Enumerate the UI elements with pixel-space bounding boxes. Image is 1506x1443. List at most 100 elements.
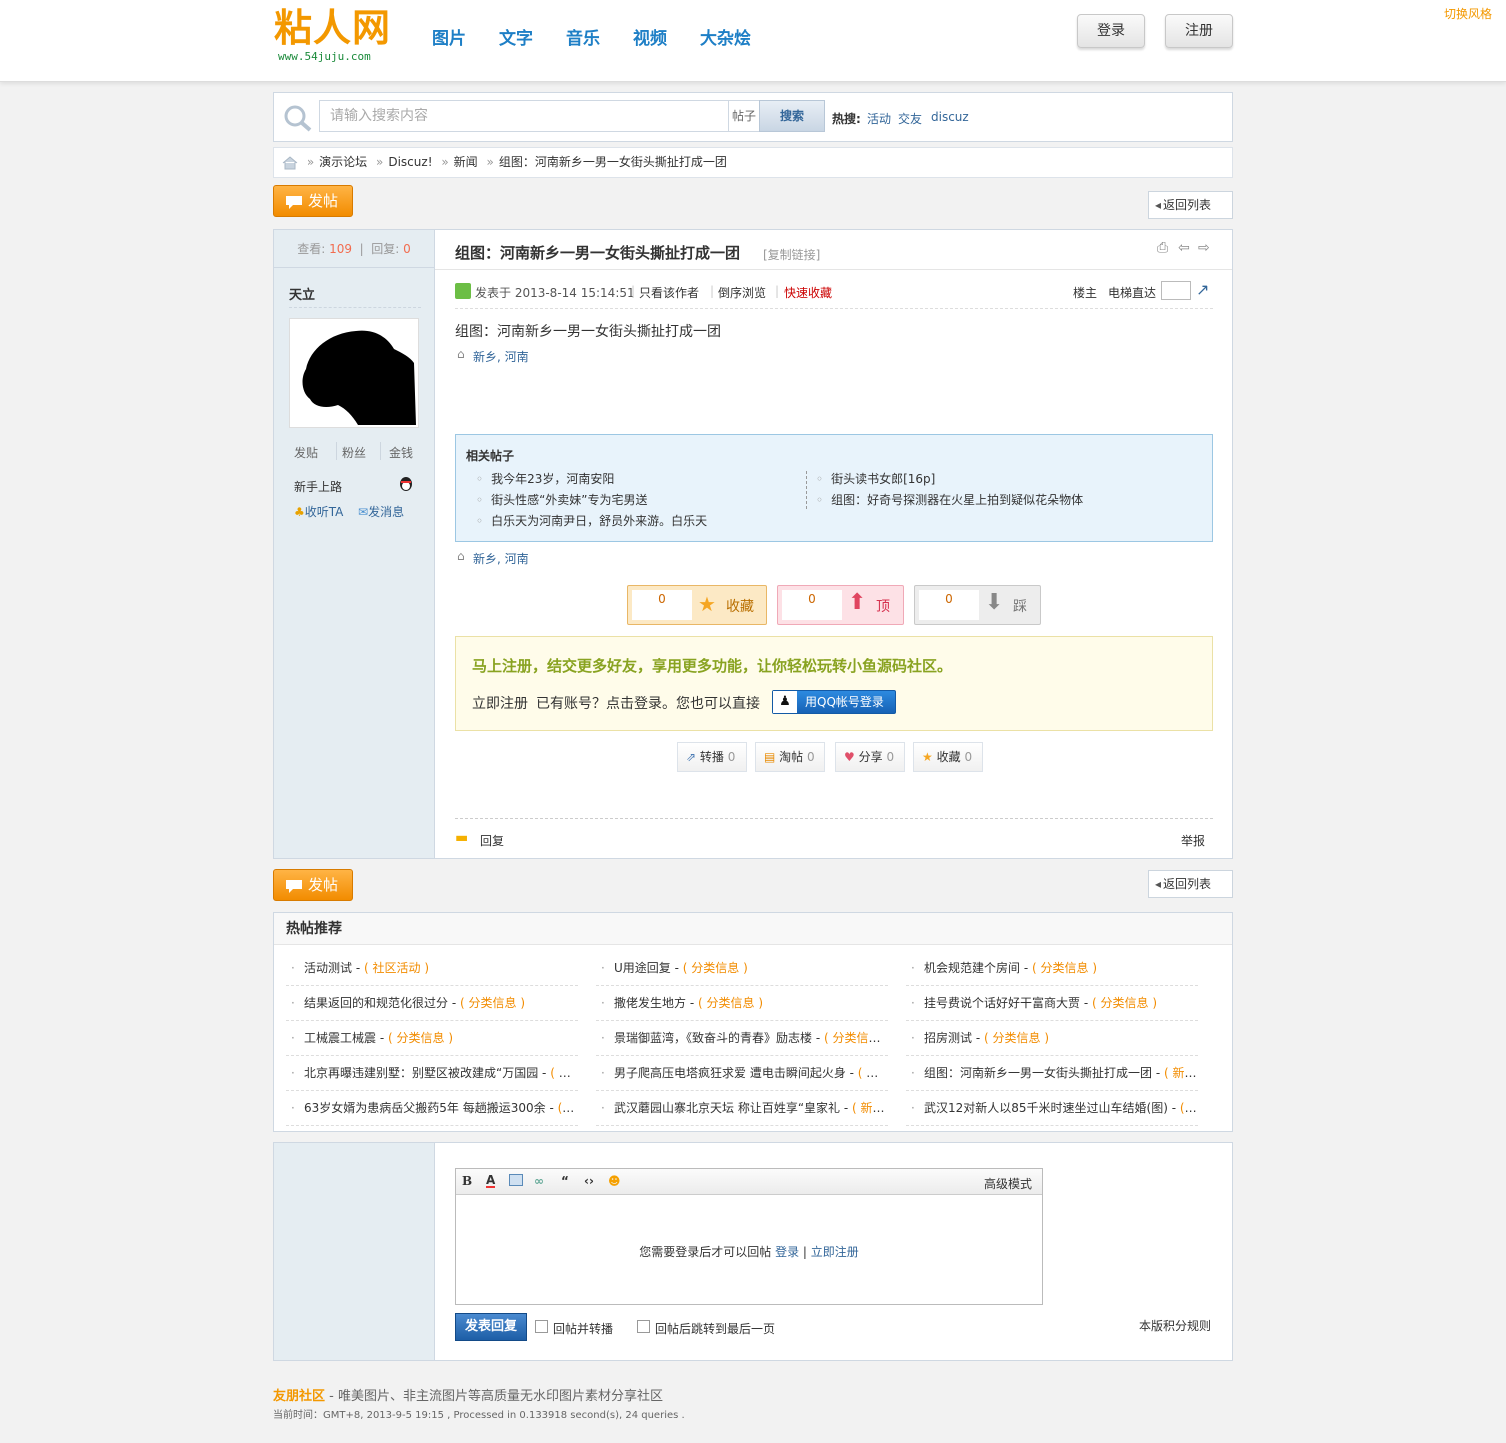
prev-thread-icon[interactable]: ⇦ [1178,240,1190,256]
back-to-list-button-bottom[interactable]: ◂ 返回列表 [1148,870,1233,898]
search-input[interactable]: 请输入搜索内容 [319,100,729,132]
collect-thread-button[interactable]: ▤ 淘帖 0 [755,742,825,772]
favorite-vote-button[interactable]: 0 ★ 收藏 [627,585,767,625]
nav-item-music[interactable]: 音乐 [566,24,600,49]
reply-link[interactable]: 回复 [480,832,504,849]
new-post-button[interactable]: 发帖 [273,185,353,217]
related-item[interactable]: ◦ 我今年23岁，河南安阳 [476,469,707,490]
upvote-button[interactable]: 0 ⬆ 顶 [777,585,904,625]
bookmark-button[interactable]: ★ 收藏 0 [913,742,983,772]
author-name[interactable]: 天立 [289,284,315,303]
jump-last-checkbox[interactable] [637,1320,650,1333]
reverse-order-link[interactable]: 倒序浏览 [718,284,766,301]
hot-post-item[interactable]: · U用途回复 - ( 分类信息 ) [596,951,888,986]
hot-post-item[interactable]: ·景瑞御蓝湾，《致奋斗的青春》励志楼 - ( 分类信息 ) [596,1021,888,1056]
new-post-button-bottom[interactable]: 发帖 [273,869,353,901]
author-stat-money[interactable]: 金钱 [389,444,413,461]
breadcrumb-discuz[interactable]: Discuz! [388,155,432,169]
font-color-icon[interactable]: A [486,1174,496,1188]
hot-posts-title: 热帖推荐 [274,913,1232,945]
register-now-link[interactable]: 立即注册 [472,693,528,713]
listen-link[interactable]: ♣收听TA [294,503,343,520]
repost-checkbox[interactable] [535,1320,548,1333]
site-logo[interactable]: 粘人网 [274,6,391,50]
elevator-go-icon[interactable]: ↗ [1196,280,1209,299]
related-item[interactable]: ◦ 白乐天为河南尹日，舒员外来游。白乐天 [476,511,707,532]
hot-term-discuz[interactable]: discuz [931,110,969,124]
breadcrumb-news[interactable]: 新闻 [454,155,478,169]
hot-post-item[interactable]: · 招房测试 - ( 分类信息 ) [906,1021,1198,1056]
register-button[interactable]: 注册 [1165,14,1233,48]
only-author-link[interactable]: 只看该作者 [639,284,699,301]
bold-icon[interactable]: B [462,1174,472,1188]
elevator-input[interactable] [1161,281,1191,300]
hot-post-item[interactable]: ·组图：河南新乡一男一女街头撕扯打成一团 - ( 新闻 ) [906,1056,1198,1091]
qq-login-button[interactable]: ♟ 用QQ帐号登录 [772,690,896,714]
reply-register-link[interactable]: 立即注册 [811,1245,859,1259]
home-icon[interactable] [282,155,298,170]
nav-item-text[interactable]: 文字 [499,24,533,49]
hot-post-item[interactable]: · 活动测试 - ( 社区活动 ) [286,951,578,986]
hot-post-item[interactable]: · 工械震工械震 - ( 分类信息 ) [286,1021,578,1056]
qq-penguin-icon[interactable] [399,475,413,491]
report-link[interactable]: 举报 [1181,832,1205,849]
submit-reply-button[interactable]: 发表回复 [455,1313,527,1341]
message-link[interactable]: ✉发消息 [358,503,404,520]
reply-login-link[interactable]: 登录 [775,1245,799,1259]
related-item[interactable]: ◦ 组图：好奇号探测器在火星上拍到疑似花朵物体 [816,490,1083,511]
has-account-text[interactable]: 已有账号？点击登录。您也可以直接 [536,693,760,713]
nav-item-pictures[interactable]: 图片 [432,24,466,49]
related-item[interactable]: ◦ 街头读书女郎[16p] [816,469,1083,490]
code-icon[interactable]: ‹› [584,1174,594,1188]
back-to-list-button[interactable]: ◂ 返回列表 [1148,191,1233,219]
nav-item-misc[interactable]: 大杂烩 [700,24,751,49]
footer-site-link[interactable]: 友朋社区 [273,1389,325,1404]
hot-post-title: 景瑞御蓝湾，《致奋斗的青春》励志楼 [614,1031,813,1045]
credit-rules-link[interactable]: 本版积分规则 [1139,1317,1211,1334]
next-thread-icon[interactable]: ⇨ [1198,240,1210,256]
star-icon: ★ [698,592,716,616]
quote-icon[interactable]: “ [561,1174,569,1188]
related-item[interactable]: ◦ 街头性感“外卖妹”专为宅男送 [476,490,707,511]
hot-post-item[interactable]: ·武汉蘑园山寨北京天坛 称让百姓享“皇家礼 - ( 新闻 ) [596,1091,888,1126]
switch-style-link[interactable]: 切换风格 [1444,5,1492,22]
hot-post-item[interactable]: ·北京再曝违建别墅：别墅区被改建成“万国园 - ( 新闻 ) [286,1056,578,1091]
footer-meta: 当前时间：GMT+8, 2013-9-5 19:15 , Processed i… [273,1410,685,1421]
author-stat-fans[interactable]: 粉丝 [342,444,366,461]
author-stat-posts[interactable]: 发贴 [294,444,318,461]
search-button[interactable]: 搜索 [759,100,825,132]
post-tags-bottom[interactable]: 新乡, 河南 [473,550,529,567]
share-button[interactable]: ♥ 分享 0 [835,742,905,772]
hot-post-item[interactable]: ·男子爬高压电塔疯狂求爱 遭电击瞬间起火身 - ( 新闻 ) [596,1056,888,1091]
smiley-icon[interactable]: ☻ [608,1174,621,1188]
hot-post-item[interactable]: · 机会规范建个房间 - ( 分类信息 ) [906,951,1198,986]
reply-icon[interactable]: ▬ [455,830,468,846]
login-button[interactable]: 登录 [1077,14,1145,48]
nav-item-video[interactable]: 视频 [633,24,667,49]
repost-button[interactable]: ⇗ 转播 0 [677,742,747,772]
tag-icon-bottom: ⌂ [457,549,465,563]
copy-link[interactable]: [复制链接] [763,246,820,263]
hot-term-activity[interactable]: 活动 [867,110,891,127]
image-icon[interactable] [509,1174,523,1186]
hot-post-item[interactable]: · 挂号费说个话好好干富商大贾 - ( 分类信息 ) [906,986,1198,1021]
hot-post-item[interactable]: · 撒佬发生地方 - ( 分类信息 ) [596,986,888,1021]
hot-term-friends[interactable]: 交友 [898,110,922,127]
site-header: 粘人网 www.54juju.com 图片 文字 音乐 视频 大杂烩 登录 注册… [0,0,1506,82]
avatar[interactable] [289,318,419,428]
search-scope-select[interactable]: 帖子 [729,100,759,132]
reply-editor[interactable]: B A ∞ “ ‹› ☻ 高级模式 您需要登录后才可以回帖 登录 | 立即注册 [455,1168,1043,1305]
hot-post-item[interactable]: ·63岁女婿为患病岳父搬药5年 每趟搬运300余 - ( 新闻 ) [286,1091,578,1126]
breadcrumb-current: 组图：河南新乡一男一女街头撕扯打成一团 [498,155,727,169]
breadcrumb-forum[interactable]: 演示论坛 [319,155,367,169]
print-icon[interactable]: ⎙ [1157,240,1168,256]
link-icon[interactable]: ∞ [534,1174,544,1188]
advanced-mode-link[interactable]: 高级模式 [984,1175,1032,1192]
quick-favorite-link[interactable]: 快速收藏 [784,284,832,301]
post-content: 组图：河南新乡一男一女街头撕扯打成一团 [455,324,721,340]
hot-post-item[interactable]: ·武汉12对新人以85千米时速坐过山车结婚(图) - ( 新闻 ) [906,1091,1198,1126]
post-tags[interactable]: 新乡, 河南 [473,348,529,365]
hot-post-item[interactable]: · 结果返回的和规范化很过分 - ( 分类信息 ) [286,986,578,1021]
downvote-button[interactable]: 0 ⬇ 踩 [914,585,1041,625]
heart-icon: ♥ [844,750,855,764]
